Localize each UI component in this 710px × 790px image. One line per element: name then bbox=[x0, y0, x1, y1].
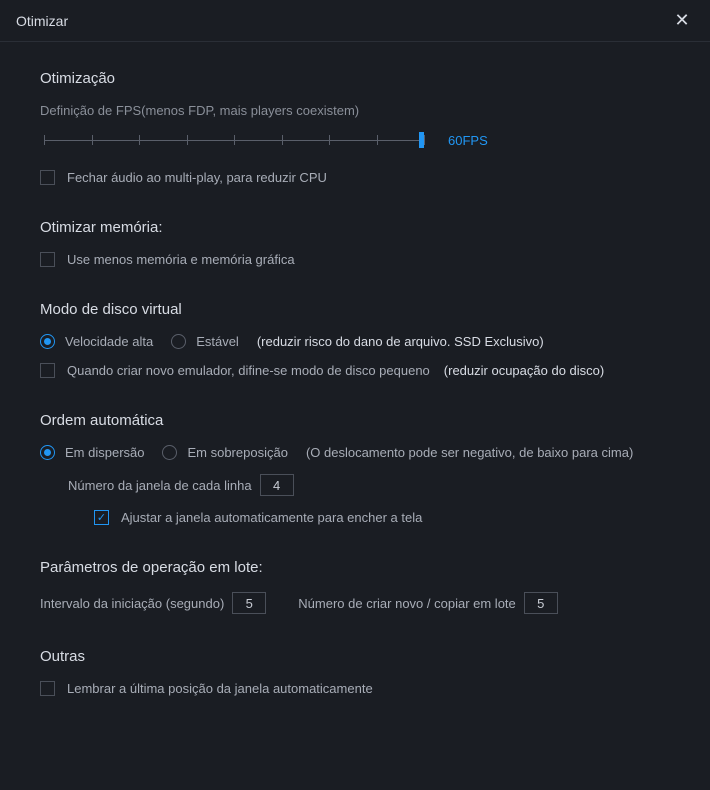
optimization-heading: Otimização bbox=[40, 70, 670, 87]
order-scatter-label: Em dispersão bbox=[65, 445, 144, 460]
section-batch: Parâmetros de operação em lote: Interval… bbox=[40, 559, 670, 614]
window-title: Otimizar bbox=[16, 13, 68, 29]
close-icon[interactable]: ✕ bbox=[670, 10, 694, 31]
fps-slider[interactable] bbox=[44, 130, 424, 150]
remember-pos-label: Lembrar a última posição da janela autom… bbox=[67, 681, 373, 696]
remember-pos-checkbox[interactable] bbox=[40, 681, 55, 696]
interval-input[interactable] bbox=[232, 592, 266, 614]
fps-slider-handle[interactable] bbox=[419, 132, 424, 148]
close-audio-checkbox[interactable] bbox=[40, 170, 55, 185]
memory-heading: Otimizar memória: bbox=[40, 219, 670, 236]
auto-fit-checkbox[interactable]: ✓ bbox=[94, 510, 109, 525]
disk-stable-label: Estável bbox=[196, 334, 239, 349]
titlebar: Otimizar ✕ bbox=[0, 0, 710, 42]
section-order: Ordem automática Em dispersão Em sobrepo… bbox=[40, 412, 670, 525]
batch-count-label: Número de criar novo / copiar em lote bbox=[298, 596, 515, 611]
order-scatter-radio[interactable] bbox=[40, 445, 55, 460]
interval-label: Intervalo da iniciação (segundo) bbox=[40, 596, 224, 611]
disk-stable-radio[interactable] bbox=[171, 334, 186, 349]
order-heading: Ordem automática bbox=[40, 412, 670, 429]
batch-heading: Parâmetros de operação em lote: bbox=[40, 559, 670, 576]
fps-label: Definição de FPS(menos FDP, mais players… bbox=[40, 103, 670, 118]
small-disk-label: Quando criar novo emulador, difine-se mo… bbox=[67, 363, 430, 378]
small-disk-checkbox[interactable] bbox=[40, 363, 55, 378]
order-overlap-label: Em sobreposição bbox=[187, 445, 287, 460]
other-heading: Outras bbox=[40, 648, 670, 665]
order-overlap-note: (O deslocamento pode ser negativo, de ba… bbox=[306, 445, 633, 460]
disk-high-speed-radio[interactable] bbox=[40, 334, 55, 349]
use-less-memory-checkbox[interactable] bbox=[40, 252, 55, 267]
small-disk-note: (reduzir ocupação do disco) bbox=[444, 363, 604, 378]
fps-value: 60FPS bbox=[448, 133, 488, 148]
section-disk: Modo de disco virtual Velocidade alta Es… bbox=[40, 301, 670, 378]
auto-fit-label: Ajustar a janela automaticamente para en… bbox=[121, 510, 422, 525]
disk-high-speed-label: Velocidade alta bbox=[65, 334, 153, 349]
use-less-memory-label: Use menos memória e memória gráfica bbox=[67, 252, 295, 267]
windows-per-line-input[interactable] bbox=[260, 474, 294, 496]
windows-per-line-label: Número da janela de cada linha bbox=[68, 478, 252, 493]
section-memory: Otimizar memória: Use menos memória e me… bbox=[40, 219, 670, 267]
section-optimization: Otimização Definição de FPS(menos FDP, m… bbox=[40, 70, 670, 185]
disk-heading: Modo de disco virtual bbox=[40, 301, 670, 318]
disk-stable-note: (reduzir risco do dano de arquivo. SSD E… bbox=[257, 334, 544, 349]
batch-count-input[interactable] bbox=[524, 592, 558, 614]
close-audio-label: Fechar áudio ao multi-play, para reduzir… bbox=[67, 170, 327, 185]
section-other: Outras Lembrar a última posição da janel… bbox=[40, 648, 670, 696]
content: Otimização Definição de FPS(menos FDP, m… bbox=[0, 42, 710, 750]
order-overlap-radio[interactable] bbox=[162, 445, 177, 460]
